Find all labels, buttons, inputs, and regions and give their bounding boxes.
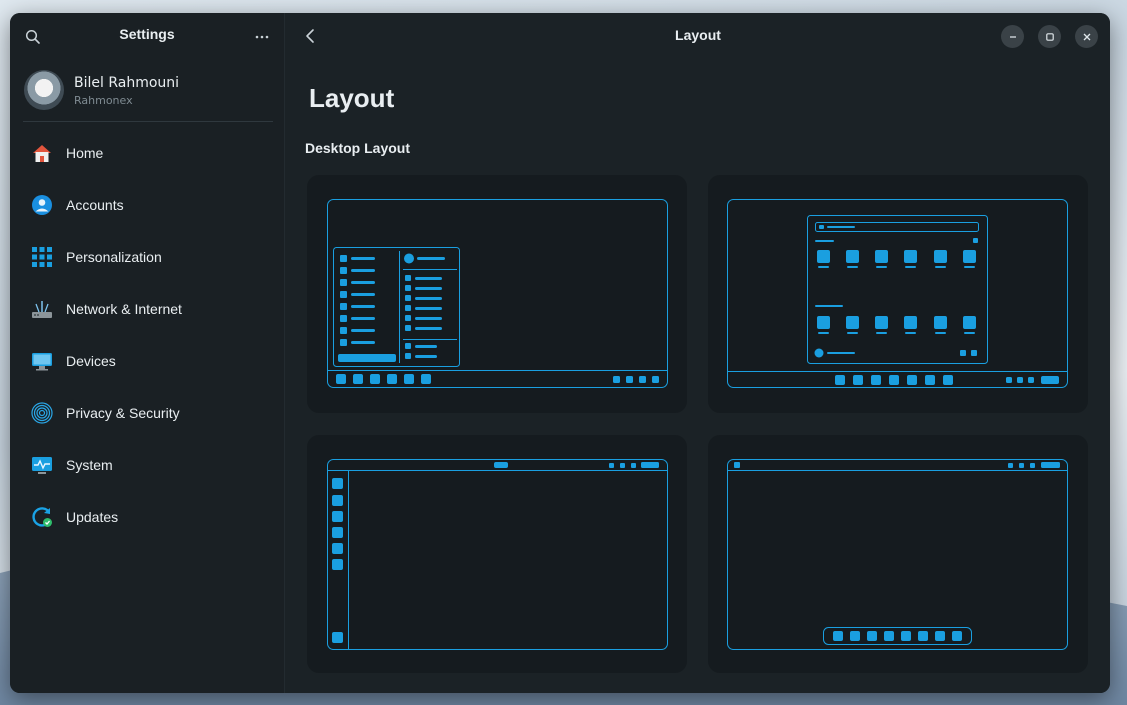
classic-layout-preview [327,199,668,388]
close-button[interactable] [1075,25,1098,48]
layout-option-top-bar-bottom-dock[interactable] [708,435,1088,673]
system-icon [31,454,53,476]
fingerprint-icon [31,402,53,424]
sidebar-item-personalization[interactable]: Personalization [10,231,285,283]
account-icon [31,194,53,216]
section-title: Desktop Layout [305,140,411,156]
window-title: Layout [675,27,721,43]
network-icon [31,298,53,320]
left-dock-layout-preview [327,459,668,650]
title-bar: Layout [286,13,1110,59]
grid-icon [31,246,53,268]
profile-username: Rahmonex [74,94,133,107]
maximize-button[interactable] [1038,25,1061,48]
more-options-icon[interactable] [252,27,272,47]
sidebar-item-network[interactable]: Network & Internet [10,283,285,335]
sidebar-item-label: System [66,457,113,473]
sidebar-title: Settings [119,26,175,42]
sidebar-item-label: Network & Internet [66,301,182,317]
bottom-dock-layout-preview [727,459,1068,650]
avatar [24,70,64,110]
minimize-button[interactable] [1001,25,1024,48]
user-profile[interactable]: Bilel Rahmouni Rahmonex [23,69,273,121]
sidebar-item-accounts[interactable]: Accounts [10,179,285,231]
sidebar-item-devices[interactable]: Devices [10,335,285,387]
sidebar-item-updates[interactable]: Updates [10,491,285,543]
home-icon [31,142,53,164]
centered-layout-preview [727,199,1068,388]
layout-option-classic[interactable] [307,175,687,413]
sidebar-item-privacy[interactable]: Privacy & Security [10,387,285,439]
update-icon [31,506,53,528]
settings-window: Settings Bilel Rahmouni Rahmonex Home Ac… [10,13,1110,693]
main-content: Layout Layout Desktop Layout [286,13,1110,693]
sidebar-item-label: Personalization [66,249,162,265]
sidebar-item-label: Accounts [66,197,124,213]
sidebar-item-label: Home [66,145,104,161]
sidebar-item-label: Updates [66,509,119,525]
sidebar-item-label: Devices [66,353,116,369]
sidebar-nav: Home Accounts Personalization Network & … [10,127,285,543]
sidebar: Settings Bilel Rahmouni Rahmonex Home Ac… [10,13,285,693]
layout-option-centered[interactable] [708,175,1088,413]
sidebar-divider [23,121,273,122]
sidebar-item-home[interactable]: Home [10,127,285,179]
sidebar-item-system[interactable]: System [10,439,285,491]
sidebar-header: Settings [10,13,284,59]
profile-name: Bilel Rahmouni [74,75,180,91]
monitor-icon [31,350,53,372]
page-title: Layout [309,83,395,113]
layout-option-top-bar-left-dock[interactable] [307,435,687,673]
sidebar-item-label: Privacy & Security [66,405,180,421]
